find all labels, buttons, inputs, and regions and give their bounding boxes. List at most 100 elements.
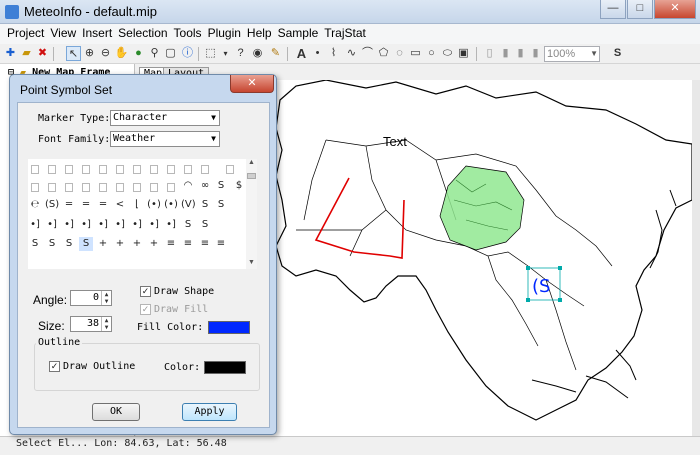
script-icon[interactable]: S <box>610 46 625 61</box>
symbol-grid-scrollbar[interactable]: ▲ ▼ <box>246 159 257 269</box>
help-icon[interactable]: ? <box>233 46 248 61</box>
menu-project[interactable]: Project <box>4 24 47 44</box>
spinner-arrows-icon[interactable]: ▲ ▼ <box>101 291 111 305</box>
close-button[interactable]: ✕ <box>654 0 696 19</box>
polygon-tool-icon[interactable]: ⬠ <box>376 46 391 61</box>
symbol-cell[interactable]: S <box>45 237 59 251</box>
full-extent-globe-icon[interactable]: ● <box>131 46 146 61</box>
circle-tool-icon[interactable]: ○ <box>424 46 439 61</box>
symbol-cell[interactable] <box>82 183 90 192</box>
page-zoom-out-icon[interactable]: ▮ <box>513 46 528 61</box>
scroll-down-icon[interactable]: ▼ <box>246 259 257 266</box>
symbol-cell[interactable] <box>184 165 192 174</box>
zoom-combobox[interactable]: 100% ▼ <box>544 46 600 62</box>
symbol-cell[interactable]: (•) <box>164 198 178 212</box>
curve-polygon-icon[interactable]: ◌ <box>392 46 407 61</box>
page-zoom-in-icon[interactable]: ▮ <box>498 46 513 61</box>
symbol-cell[interactable]: •] <box>28 218 42 232</box>
point-tool-icon[interactable]: • <box>310 46 325 61</box>
text-tool-icon[interactable]: A <box>294 46 309 61</box>
symbol-cell[interactable]: ≡ <box>214 237 228 251</box>
symbol-cell[interactable] <box>31 183 39 192</box>
zoom-in-icon[interactable]: ⊕ <box>82 46 97 61</box>
symbol-cell[interactable]: + <box>113 237 127 251</box>
select-arrow-icon[interactable]: ↖ <box>66 46 81 61</box>
pan-hand-icon[interactable]: ✋ <box>114 46 129 61</box>
symbol-cell[interactable]: ◠ <box>181 179 195 193</box>
menu-selection[interactable]: Selection <box>115 24 170 44</box>
menu-help[interactable]: Help <box>244 24 275 44</box>
symbol-cell[interactable] <box>150 183 158 192</box>
symbol-cell[interactable] <box>65 165 73 174</box>
symbol-cell[interactable]: •] <box>62 218 76 232</box>
menu-plugin[interactable]: Plugin <box>205 24 244 44</box>
scroll-thumb[interactable] <box>247 173 256 179</box>
menu-tools[interactable]: Tools <box>171 24 205 44</box>
symbol-cell[interactable]: •] <box>113 218 127 232</box>
map-scrollbar[interactable] <box>692 80 700 436</box>
symbol-cell-selected[interactable]: S <box>79 237 93 251</box>
symbol-cell[interactable] <box>116 165 124 174</box>
symbol-cell[interactable]: ℮ <box>28 198 42 212</box>
apply-button[interactable]: Apply <box>182 403 237 421</box>
symbol-cell[interactable] <box>31 165 39 174</box>
symbol-cell[interactable]: •] <box>164 218 178 232</box>
menu-insert[interactable]: Insert <box>79 24 115 44</box>
symbol-cell[interactable]: $ <box>232 179 246 193</box>
symbol-cell[interactable] <box>65 183 73 192</box>
symbol-cell[interactable]: •] <box>147 218 161 232</box>
size-spinner[interactable]: 38 ▲ ▼ <box>70 316 112 332</box>
symbol-cell[interactable] <box>99 183 107 192</box>
angle-spinner[interactable]: 0 ▲ ▼ <box>70 290 112 306</box>
symbol-cell[interactable] <box>226 165 234 174</box>
ok-button[interactable]: OK <box>92 403 140 421</box>
symbol-cell[interactable] <box>150 165 158 174</box>
symbol-cell[interactable] <box>201 165 209 174</box>
symbol-cell[interactable]: •] <box>45 218 59 232</box>
symbol-cell[interactable]: S <box>62 237 76 251</box>
symbol-cell[interactable]: S <box>28 237 42 251</box>
menu-sample[interactable]: Sample <box>275 24 322 44</box>
symbol-cell[interactable]: ═ <box>62 198 76 212</box>
symbol-cell[interactable]: ⌊ <box>130 198 144 212</box>
symbol-cell[interactable]: •] <box>96 218 110 232</box>
curve-tool-icon[interactable]: ⌒ <box>360 46 375 61</box>
ellipse-tool-icon[interactable]: ⬭ <box>440 46 455 61</box>
page-icon[interactable]: ▯ <box>482 46 497 61</box>
symbol-cell[interactable] <box>133 165 141 174</box>
symbol-cell[interactable]: + <box>130 237 144 251</box>
symbol-cell[interactable]: (S) <box>45 198 59 212</box>
draw-outline-checkbox[interactable]: ✓ <box>49 361 60 372</box>
select-dropdown-icon[interactable]: ▾ <box>218 46 233 61</box>
freehand-tool-icon[interactable]: ∿ <box>344 46 359 61</box>
scroll-up-icon[interactable]: ▲ <box>246 159 257 166</box>
symbol-cell[interactable]: S <box>181 218 195 232</box>
font-family-combobox[interactable]: Weather ▼ <box>110 131 220 147</box>
fill-color-swatch[interactable] <box>208 321 250 334</box>
image-tool-icon[interactable]: ▣ <box>456 46 471 61</box>
symbol-cell[interactable] <box>133 183 141 192</box>
rectangle-tool-icon[interactable]: ▭ <box>408 46 423 61</box>
zoom-out-icon[interactable]: ⊖ <box>98 46 113 61</box>
outline-color-swatch[interactable] <box>204 361 246 374</box>
symbol-cell[interactable] <box>48 183 56 192</box>
symbol-cell[interactable]: ═ <box>79 198 93 212</box>
zoom-selected-icon[interactable]: ▢ <box>163 46 178 61</box>
symbol-cell[interactable]: ≡ <box>198 237 212 251</box>
symbol-cell[interactable]: + <box>96 237 110 251</box>
symbol-cell[interactable]: (•) <box>147 198 161 212</box>
page-fit-icon[interactable]: ▮ <box>528 46 543 61</box>
symbol-cell[interactable] <box>82 165 90 174</box>
symbol-cell[interactable]: S <box>214 198 228 212</box>
draw-fill-checkbox[interactable]: ✓ <box>140 304 151 315</box>
symbol-cell[interactable]: (V) <box>181 198 196 212</box>
symbol-cell[interactable]: •] <box>130 218 144 232</box>
symbol-cell[interactable]: S <box>198 198 212 212</box>
symbol-cell[interactable]: ═ <box>96 198 110 212</box>
maximize-button[interactable]: □ <box>627 0 653 19</box>
minimize-button[interactable]: — <box>600 0 626 19</box>
identify-icon[interactable]: ⓘ <box>180 46 195 61</box>
symbol-cell[interactable]: < <box>113 198 127 212</box>
marker-type-combobox[interactable]: Character ▼ <box>110 110 220 126</box>
tool-eye-icon[interactable]: ◉ <box>250 46 265 61</box>
